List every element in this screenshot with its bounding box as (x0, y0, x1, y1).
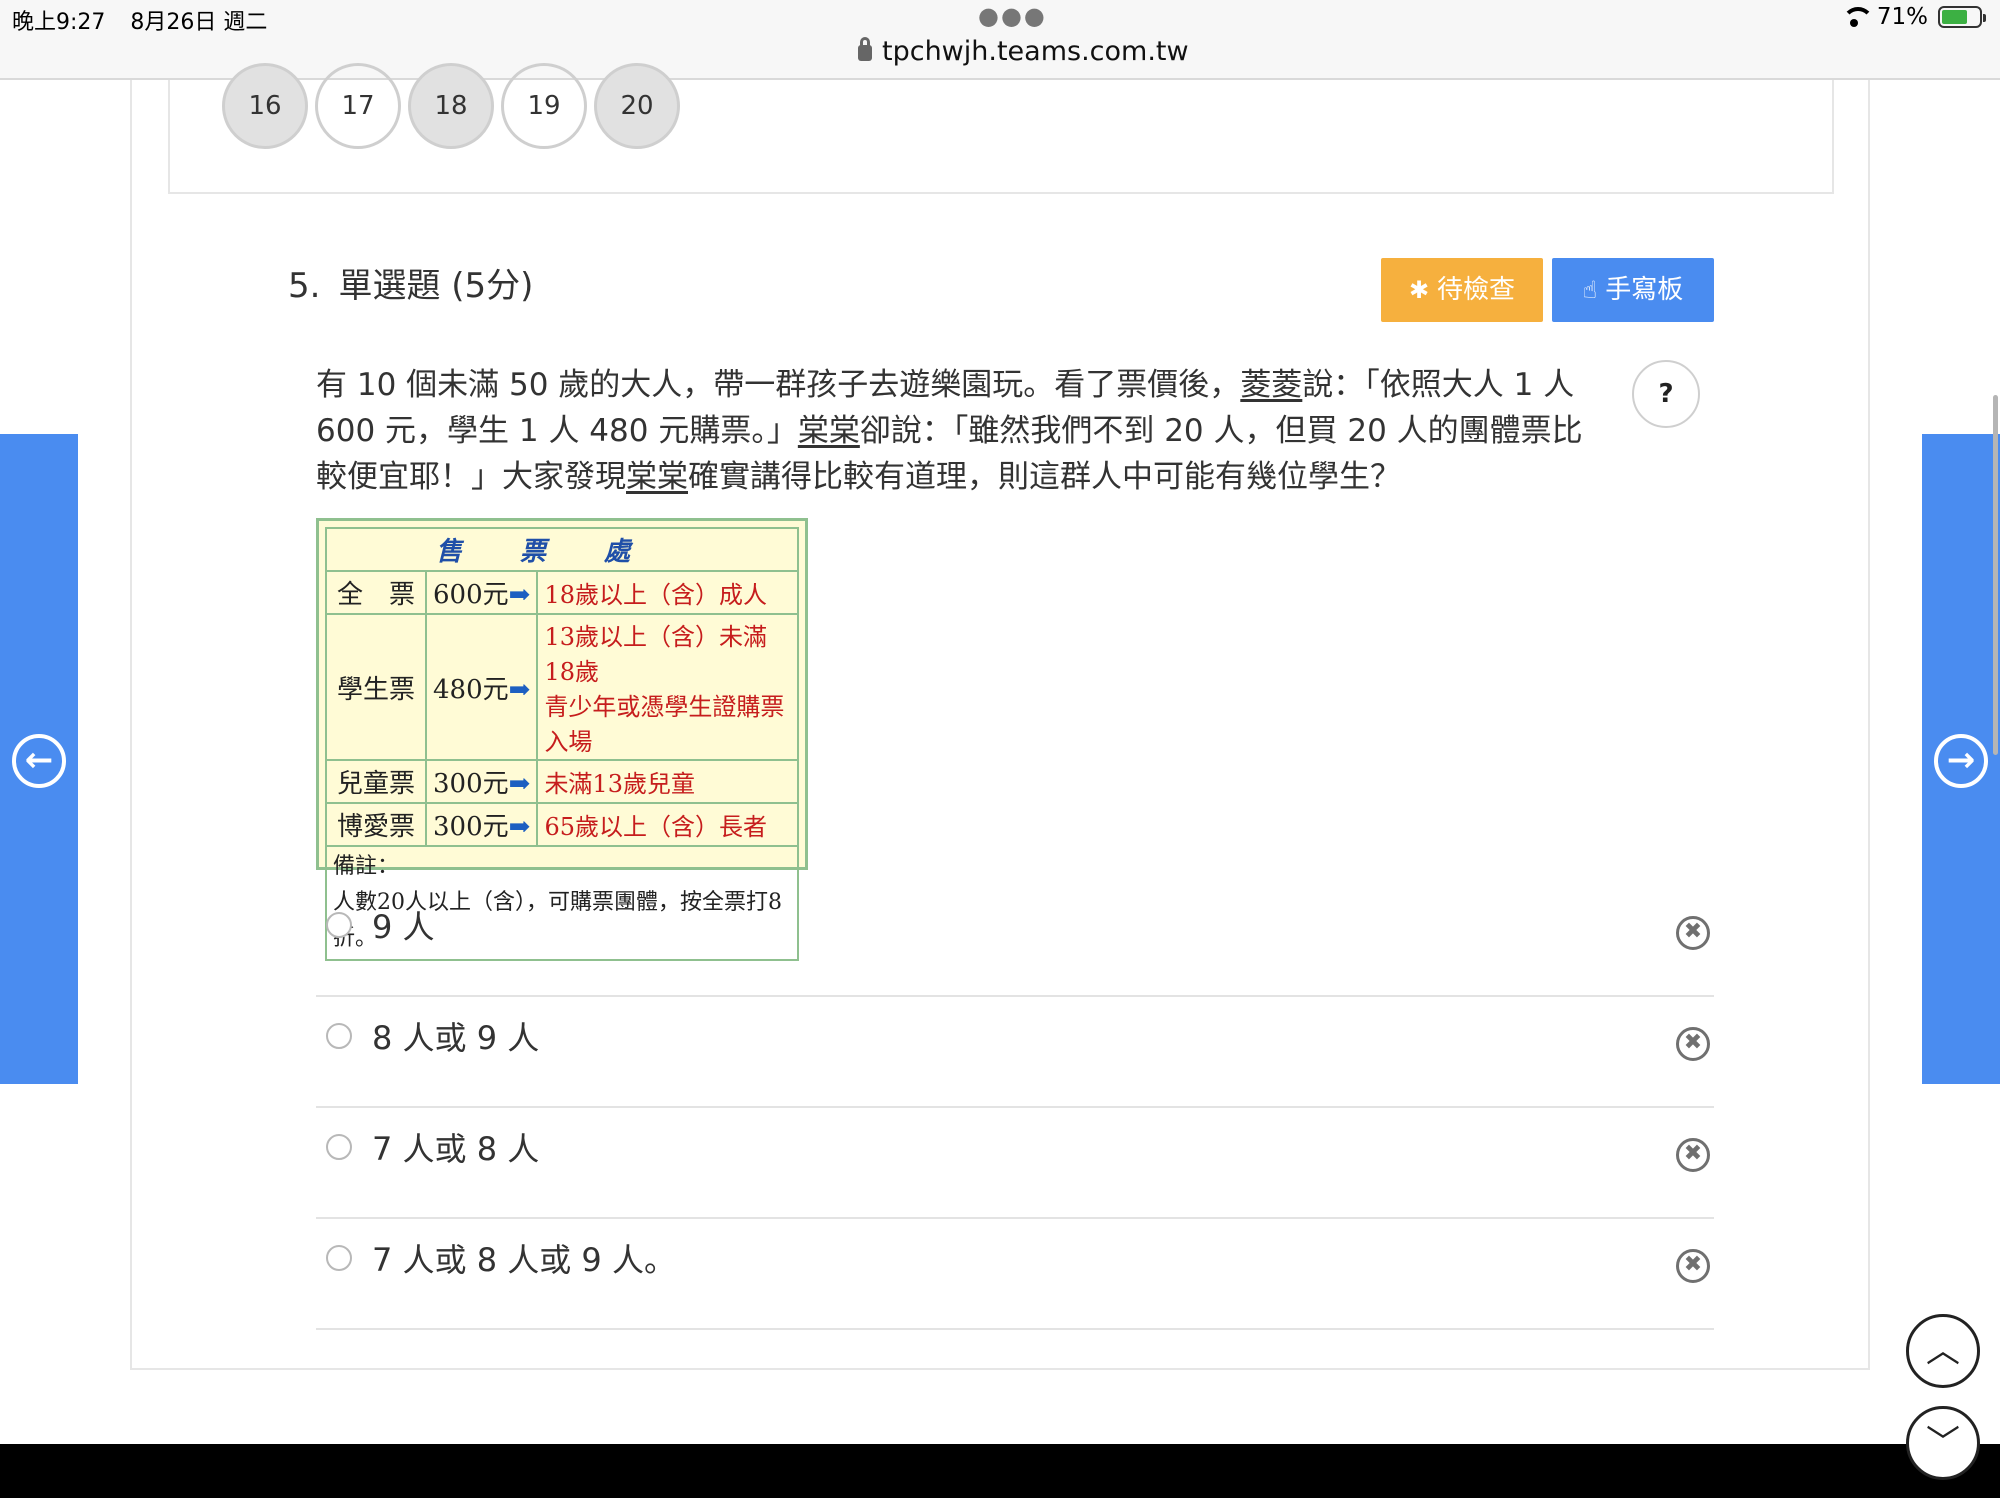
wifi-icon (1841, 7, 1874, 27)
arrow-right-icon: → (1934, 734, 1988, 788)
underlined-name: 棠棠 (626, 459, 688, 495)
radio-button[interactable] (326, 1245, 352, 1271)
status-time-date: 晚上9:27 8月26日 週二 (12, 4, 285, 36)
pending-check-label: 待檢查 (1437, 275, 1516, 305)
arrow-right-icon: ➡ (508, 580, 531, 610)
arrow-right-icon: ➡ (508, 769, 531, 799)
status-date: 8月26日 週二 (130, 10, 268, 35)
battery-icon (1938, 6, 1986, 28)
more-dots-icon[interactable]: ●●● (978, 2, 1047, 30)
ticket-price-value: 300元 (433, 812, 509, 842)
radio-button[interactable] (326, 1023, 352, 1049)
close-circle-icon[interactable]: ✖ (1676, 1249, 1710, 1283)
answer-option[interactable]: 9 人 ✖ (316, 886, 1714, 997)
bottom-bar (0, 1444, 2000, 1498)
question-text-part: 有 10 個未滿 50 歲的大人，帶一群孩子去遊樂園玩。看了票價後， (316, 367, 1241, 403)
ticket-table-header: 售票處 (325, 527, 799, 572)
handwrite-board-label: 手寫板 (1605, 275, 1684, 305)
ticket-price: 600元➡ (424, 570, 539, 615)
ticket-desc: 18歲以上（含）成人 (536, 570, 799, 615)
radio-button[interactable] (326, 1134, 352, 1160)
help-button[interactable]: ? (1632, 360, 1700, 428)
next-question-button[interactable]: → (1922, 434, 2000, 1084)
status-time: 晚上9:27 (12, 10, 106, 35)
battery-percent: 71% (1876, 4, 1928, 30)
ticket-price-value: 600元 (433, 580, 509, 610)
ticket-price-value: 480元 (433, 674, 509, 705)
ticket-desc: 未滿13歲兒童 (536, 759, 799, 804)
ticket-price: 300元➡ (424, 802, 539, 847)
scroll-up-button[interactable]: ︿ (1906, 1314, 1980, 1388)
ticket-desc: 13歲以上（含）未滿18歲 青少年或憑學生證購票入場 (536, 613, 799, 761)
chevron-down-icon: ﹀ (1926, 1423, 1960, 1463)
answer-option[interactable]: 7 人或 8 人或 9 人。 ✖ (316, 1219, 1714, 1330)
question-text: 有 10 個未滿 50 歲的大人，帶一群孩子去遊樂園玩。看了票價後，菱菱說：「依… (316, 362, 1606, 500)
question-nav-18[interactable]: 18 (408, 63, 494, 149)
question-title: 5. 單選題 (5分) (288, 258, 533, 307)
scrollbar[interactable] (1993, 395, 1998, 755)
pending-check-button[interactable]: ✱ 待檢查 (1381, 258, 1543, 322)
ticket-desc: 65歲以上（含）長者 (536, 802, 799, 847)
close-circle-icon[interactable]: ✖ (1676, 1138, 1710, 1172)
status-indicators: 71% (1841, 4, 1986, 30)
question-nav-20[interactable]: 20 (594, 63, 680, 149)
underlined-name: 菱菱 (1240, 367, 1303, 403)
prev-question-button[interactable]: ← (0, 434, 78, 1084)
ticket-desc-line: 13歲以上（含）未滿18歲 (544, 623, 767, 686)
question-nav-16[interactable]: 16 (222, 63, 308, 149)
radio-button[interactable] (326, 912, 352, 938)
ticket-price-table: 售票處 全 票 600元➡ 18歲以上（含）成人 學生票 480元➡ 13歲以上… (316, 518, 808, 961)
chevron-up-icon: ︿ (1926, 1331, 1960, 1371)
option-label: 7 人或 8 人 (372, 1130, 540, 1168)
close-circle-icon[interactable]: ✖ (1676, 916, 1710, 950)
close-circle-icon[interactable]: ✖ (1676, 1027, 1710, 1061)
arrow-right-icon: ➡ (508, 812, 531, 842)
answer-option[interactable]: 8 人或 9 人 ✖ (316, 997, 1714, 1108)
question-nav-17[interactable]: 17 (315, 63, 401, 149)
question-text-part: 確實講得比較有道理，則這群人中可能有幾位學生？ (688, 459, 1401, 495)
ticket-price: 300元➡ (424, 759, 539, 804)
ticket-desc-line: 青少年或憑學生證購票入場 (544, 693, 785, 756)
url-text: tpchwjh.teams.com.tw (882, 36, 1189, 67)
ticket-name: 全 票 (325, 570, 427, 615)
question-number: 5. (288, 266, 321, 306)
option-label: 7 人或 8 人或 9 人。 (372, 1241, 676, 1279)
ticket-price: 480元➡ (424, 613, 539, 761)
scroll-down-button[interactable]: ﹀ (1906, 1406, 1980, 1480)
bug-icon: ✱ (1408, 276, 1430, 304)
ticket-note-title: 備註： (333, 854, 400, 879)
handwrite-board-button[interactable]: ☝ 手寫板 (1552, 258, 1714, 322)
question-nav-19[interactable]: 19 (501, 63, 587, 149)
hand-pointer-icon: ☝ (1582, 276, 1598, 304)
arrow-right-icon: ➡ (508, 674, 531, 705)
arrow-left-icon: ← (12, 734, 66, 788)
answer-option[interactable]: 7 人或 8 人 ✖ (316, 1108, 1714, 1219)
ticket-name: 兒童票 (325, 759, 427, 804)
status-bar: 晚上9:27 8月26日 週二 ●●● tpchwjh.teams.com.tw… (0, 0, 2000, 80)
option-label: 8 人或 9 人 (372, 1019, 540, 1057)
ticket-name: 學生票 (325, 613, 427, 761)
underlined-name: 棠棠 (797, 413, 860, 449)
ticket-name: 博愛票 (325, 802, 427, 847)
ticket-price-value: 300元 (433, 769, 509, 799)
lock-icon (858, 37, 872, 61)
question-type: 單選題 (5分) (338, 266, 534, 306)
option-label: 9 人 (372, 908, 435, 946)
address-bar[interactable]: tpchwjh.teams.com.tw (858, 36, 1189, 67)
